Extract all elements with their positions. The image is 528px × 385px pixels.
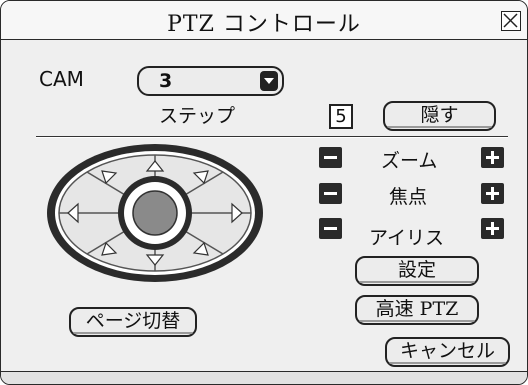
ptz-control-window: PTZ コントロール CAM 3 ステップ 5 隠す ズーム 焦点 アイリス 設…: [0, 0, 528, 385]
close-button[interactable]: [501, 11, 521, 31]
settings-button[interactable]: 設定: [355, 256, 479, 286]
focus-plus-button[interactable]: [481, 183, 504, 204]
focus-label: 焦点: [389, 186, 428, 208]
step-value[interactable]: 5: [329, 104, 353, 129]
iris-label: アイリス: [369, 227, 445, 249]
minus-icon: [324, 192, 337, 195]
ptz-center-button[interactable]: [118, 176, 192, 250]
plus-icon: [486, 222, 499, 235]
iris-plus-button[interactable]: [481, 218, 504, 239]
page-switch-button[interactable]: ページ切替: [69, 307, 197, 337]
ptz-direction-pad: [47, 144, 263, 282]
zoom-minus-button[interactable]: [319, 147, 342, 168]
zoom-label: ズーム: [381, 150, 438, 172]
cam-select[interactable]: 3: [137, 66, 284, 96]
focus-minus-button[interactable]: [319, 183, 342, 204]
cam-selected-value: 3: [159, 70, 173, 92]
hide-button[interactable]: 隠す: [383, 101, 496, 131]
title-bar: PTZ コントロール: [1, 1, 527, 40]
cancel-button[interactable]: キャンセル: [385, 337, 510, 367]
plus-icon: [486, 151, 499, 164]
plus-icon: [486, 187, 499, 200]
zoom-plus-button[interactable]: [481, 147, 504, 168]
divider-highlight: [36, 137, 508, 138]
cam-label: CAM: [39, 67, 84, 91]
minus-icon: [324, 156, 337, 159]
high-speed-ptz-button[interactable]: 高速 PTZ: [355, 295, 479, 325]
close-icon: [503, 13, 518, 28]
bottom-border: [1, 371, 527, 384]
minus-icon: [324, 227, 337, 230]
iris-minus-button[interactable]: [319, 218, 342, 239]
step-label: ステップ: [159, 105, 236, 127]
window-title: PTZ コントロール: [167, 12, 361, 37]
chevron-down-icon[interactable]: [260, 71, 278, 91]
